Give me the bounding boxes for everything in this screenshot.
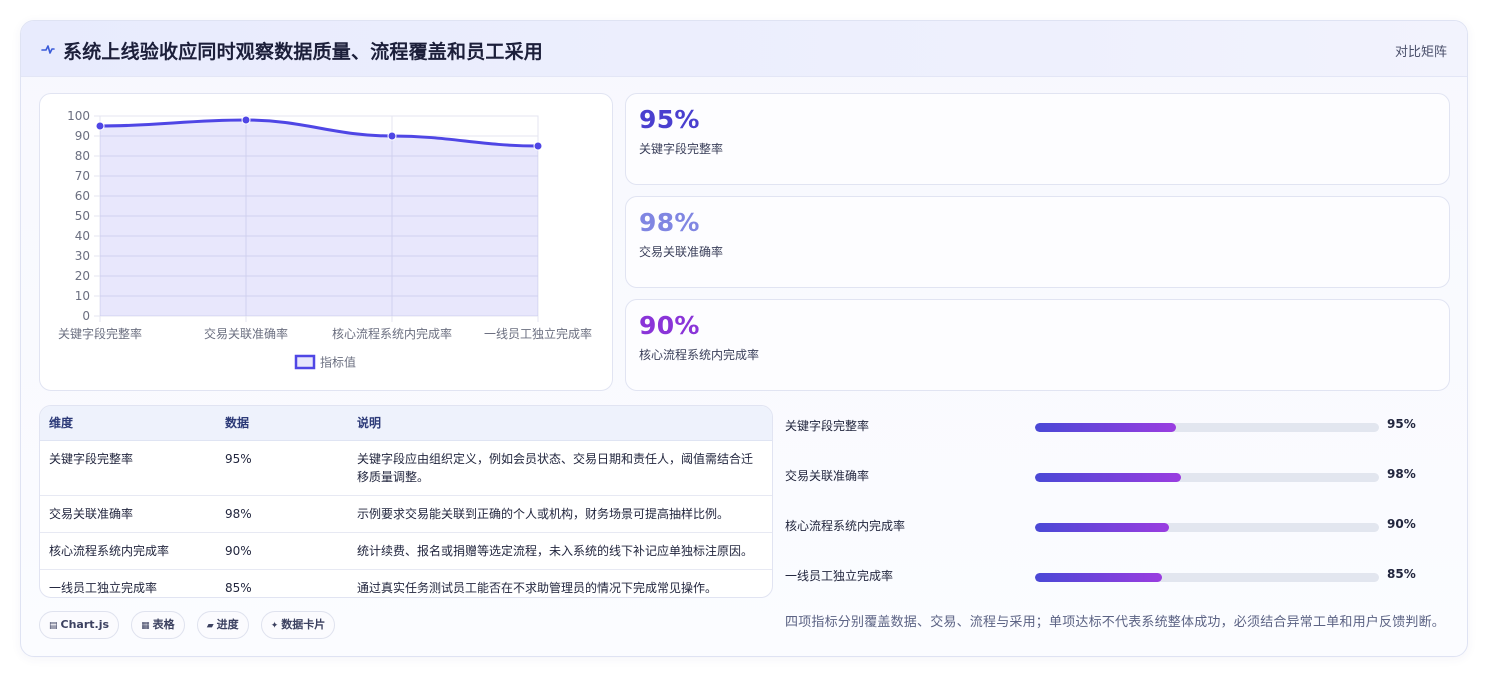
progress-fill — [1035, 423, 1177, 432]
progress-row-process-completion: 核心流程系统内完成率 90% — [785, 515, 1465, 539]
kpi-label: 交易关联准确率 — [639, 245, 724, 259]
progress-track — [1035, 573, 1379, 582]
progress-label: 交易关联准确率 — [785, 469, 870, 483]
line-chart-panel: 0 10 20 30 40 50 60 70 80 90 100 关键字段完整率 交易关联准确率 核心流程… — [39, 93, 613, 391]
chip-label: 数据卡片 — [281, 618, 326, 631]
series-area — [100, 120, 538, 316]
data-point — [387, 131, 397, 141]
table-row: 关键字段完整率 95% 关键字段应由组织定义，例如会员状态、交易日期和责任人，阈… — [40, 440, 772, 496]
compare-matrix-link[interactable]: 对比矩阵 — [1395, 41, 1447, 60]
progress-row-field-completeness: 关键字段完整率 95% — [785, 415, 1465, 439]
progress-label: 关键字段完整率 — [785, 419, 870, 433]
y-tick-label: 100 — [67, 109, 90, 123]
data-point — [95, 121, 105, 131]
y-tick-label: 60 — [75, 189, 90, 203]
table-row: 核心流程系统内完成率 90% 统计续费、报名或捐赠等选定流程，未入系统的线下补记… — [40, 532, 772, 570]
table-row: 一线员工独立完成率 85% 通过真实任务测试员工能否在不求助管理员的情况下完成常… — [40, 569, 772, 597]
x-tick-label: 交易关联准确率 — [204, 326, 288, 341]
column-header-value[interactable]: 数据 — [216, 406, 348, 441]
cell-dimension: 关键字段完整率 — [40, 440, 216, 496]
y-tick-label: 10 — [75, 289, 90, 303]
cell-description: 示例要求交易能关联到正确的个人或机构，财务场景可提高抽样比例。 — [348, 495, 772, 533]
progress-track — [1035, 473, 1379, 482]
pulse-icon — [41, 45, 55, 54]
progress-track — [1035, 523, 1379, 532]
chip-progress[interactable]: ▰ 进度 — [196, 611, 249, 639]
x-tick-label: 关键字段完整率 — [58, 326, 142, 341]
y-tick-label: 50 — [75, 209, 90, 223]
progress-label: 核心流程系统内完成率 — [785, 519, 906, 533]
chip-table[interactable]: ▦ 表格 — [131, 611, 185, 639]
progress-row-staff-adoption: 一线员工独立完成率 85% — [785, 565, 1465, 589]
cell-value: 90% — [216, 532, 348, 570]
y-tick-label: 70 — [75, 169, 90, 183]
cell-value: 95% — [216, 440, 348, 496]
y-tick-label: 20 — [75, 269, 90, 283]
column-header-description[interactable]: 说明 — [348, 406, 772, 441]
cell-dimension: 交易关联准确率 — [40, 495, 216, 533]
progress-label: 一线员工独立完成率 — [785, 569, 894, 583]
summary-note: 四项指标分别覆盖数据、交易、流程与采用；单项达标不代表系统整体成功，必须结合异常… — [785, 615, 1446, 630]
cell-description: 关键字段应由组织定义，例如会员状态、交易日期和责任人，阈值需结合迁移质量调整。 — [348, 440, 772, 496]
chip-data-card[interactable]: ✦ 数据卡片 — [260, 611, 336, 639]
data-point — [241, 115, 251, 125]
kpi-value: 95% — [639, 105, 700, 134]
cell-value: 85% — [225, 580, 252, 595]
y-tick-label: 0 — [82, 309, 90, 323]
card-header: 系统上线验收应同时观察数据质量、流程覆盖和员工采用 对比矩阵 — [21, 21, 1467, 77]
y-tick-label: 80 — [75, 149, 90, 163]
cell-dimension: 一线员工独立完成率 — [49, 580, 158, 595]
cell-dimension: 核心流程系统内完成率 — [40, 532, 216, 570]
data-point — [533, 141, 543, 151]
cell-description: 通过真实任务测试员工能否在不求助管理员的情况下完成常见操作。 — [357, 580, 718, 595]
line-chart: 0 10 20 30 40 50 60 70 80 90 100 关键字段完整率 交易关联准确率 核心流程… — [58, 109, 592, 370]
sparkle-icon: ✦ — [270, 621, 279, 631]
table-icon: ▦ — [141, 621, 150, 631]
kpi-card-field-completeness: 95% 关键字段完整率 — [625, 93, 1450, 185]
kpi-label: 核心流程系统内完成率 — [639, 348, 760, 362]
progress-value: 90% — [1387, 517, 1416, 531]
y-tick-label: 30 — [75, 249, 90, 263]
kpi-card-transaction-accuracy: 98% 交易关联准确率 — [625, 196, 1450, 288]
dashboard-card: 系统上线验收应同时观察数据质量、流程覆盖和员工采用 对比矩阵 0 10 20 30 40… — [20, 20, 1468, 657]
chip-label: 进度 — [216, 618, 239, 631]
progress-value: 85% — [1387, 567, 1416, 581]
legend-swatch — [294, 354, 316, 370]
table-header-row: 维度 数据 说明 — [40, 406, 772, 441]
kpi-value: 98% — [639, 208, 700, 237]
progress-value: 98% — [1387, 467, 1416, 481]
page-title: 系统上线验收应同时观察数据质量、流程覆盖和员工采用 — [63, 41, 544, 63]
chip-chartjs[interactable]: ▤ Chart.js — [39, 611, 120, 639]
metrics-table: 维度 数据 说明 关键字段完整率 95% 关键字段应由组织定义，例如会员状态、交… — [40, 406, 772, 597]
chip-label: Chart.js — [60, 618, 110, 631]
y-tick-label: 40 — [75, 229, 90, 243]
y-tick-label: 90 — [75, 129, 90, 143]
kpi-card-process-completion: 90% 核心流程系统内完成率 — [625, 299, 1450, 391]
progress-row-transaction-accuracy: 交易关联准确率 98% — [785, 465, 1465, 489]
chip-label: 表格 — [152, 618, 175, 631]
progress-icon: ▰ — [206, 621, 214, 631]
x-tick-label: 核心流程系统内完成率 — [332, 326, 452, 341]
cell-description: 统计续费、报名或捐赠等选定流程，未入系统的线下补记应单独标注原因。 — [348, 532, 772, 570]
progress-track — [1035, 423, 1379, 432]
progress-fill — [1035, 473, 1182, 482]
legend-label: 指标值 — [320, 355, 356, 370]
metrics-table-panel: 维度 数据 说明 关键字段完整率 95% 关键字段应由组织定义，例如会员状态、交… — [39, 405, 773, 598]
cell-value: 98% — [216, 495, 348, 533]
kpi-label: 关键字段完整率 — [639, 142, 724, 156]
x-tick-label: 一线员工独立完成率 — [484, 326, 592, 341]
tag-chips: ▤ Chart.js ▦ 表格 ▰ 进度 ✦ 数据卡片 — [39, 611, 342, 639]
table-row: 交易关联准确率 98% 示例要求交易能关联到正确的个人或机构，财务场景可提高抽样… — [40, 495, 772, 533]
progress-fill — [1035, 523, 1170, 532]
chart-icon: ▤ — [49, 621, 58, 631]
kpi-value: 90% — [639, 311, 700, 340]
column-header-dimension[interactable]: 维度 — [40, 406, 216, 441]
progress-value: 95% — [1387, 417, 1416, 431]
progress-fill — [1035, 573, 1163, 582]
